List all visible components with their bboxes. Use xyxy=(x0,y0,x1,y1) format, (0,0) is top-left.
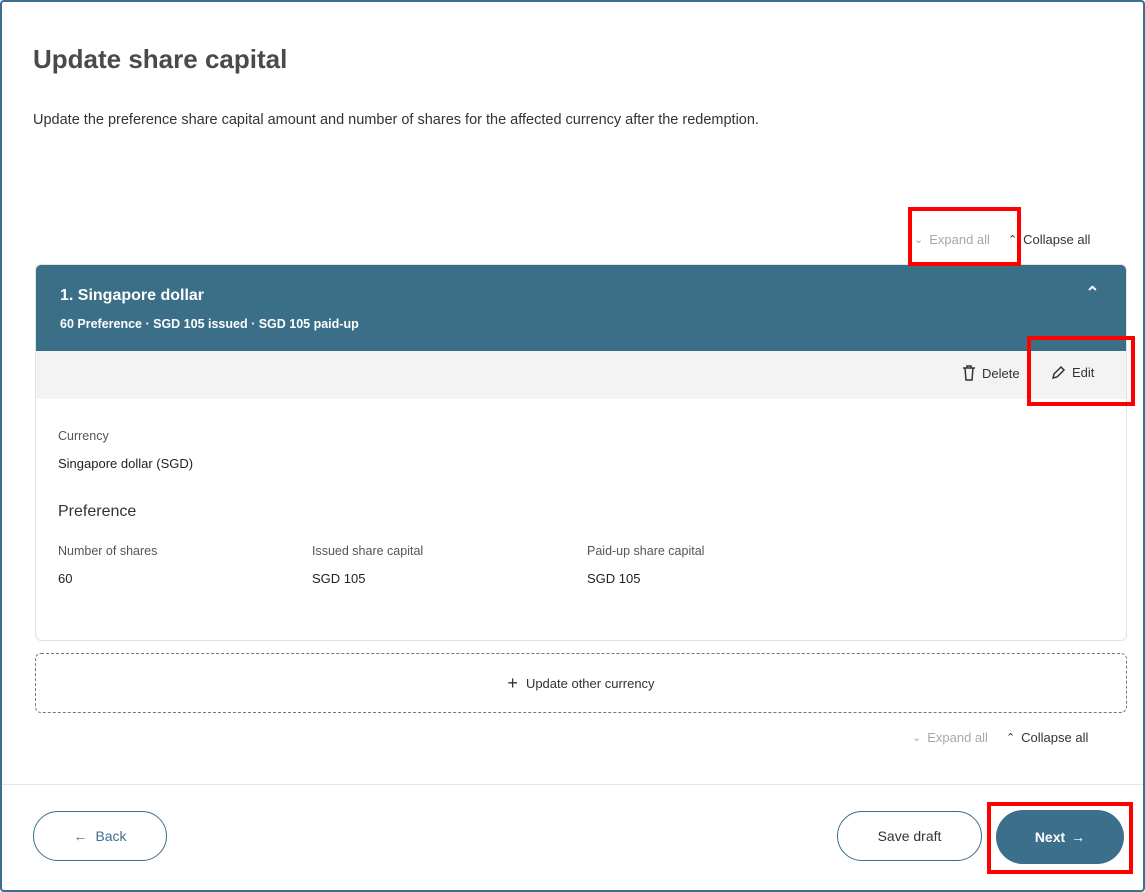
issued-capital-value: SGD 105 xyxy=(312,571,366,586)
arrow-right-icon: → xyxy=(1071,829,1086,845)
paidup-capital-value: SGD 105 xyxy=(587,571,641,586)
arrow-left-icon: ← xyxy=(73,828,88,844)
collapse-all-button[interactable]: ⌃ Collapse all xyxy=(1006,730,1088,745)
update-other-currency-label: Update other currency xyxy=(525,675,655,691)
edit-button[interactable]: Edit xyxy=(1047,365,1099,380)
page-title: Update share capital xyxy=(33,44,288,74)
page-description: Update the preference share capital amou… xyxy=(33,112,759,128)
pencil-icon xyxy=(1051,365,1066,380)
page-frame: Update share capital Update the preferen… xyxy=(0,0,1145,892)
paidup-capital-label: Paid-up share capital xyxy=(587,544,705,558)
trash-icon xyxy=(963,365,975,381)
collapse-all-label: Collapse all xyxy=(1023,232,1091,247)
delete-label: Delete xyxy=(982,365,1020,381)
toggle-group-bottom: ⌄ Expand all ⌃ Collapse all xyxy=(912,730,1088,745)
card-action-bar: Delete Edit xyxy=(36,351,1126,399)
update-other-currency-button[interactable]: + Update other currency xyxy=(35,653,1127,713)
section-title: Preference xyxy=(58,503,137,520)
currency-card-summary: 60 Preference · SGD 105 issued · SGD 105… xyxy=(60,317,359,331)
footer-divider xyxy=(2,784,1143,785)
next-label: Next xyxy=(1034,829,1066,845)
currency-card: 1. Singapore dollar 60 Preference · SGD … xyxy=(35,264,1127,641)
back-label: Back xyxy=(95,828,127,844)
expand-all-label: Expand all xyxy=(929,232,990,247)
currency-card-header[interactable]: 1. Singapore dollar 60 Preference · SGD … xyxy=(36,265,1126,351)
chevron-up-icon[interactable]: ⌃ xyxy=(1085,283,1100,304)
currency-card-title: 1. Singapore dollar xyxy=(60,287,205,304)
toggle-group-top: ⌄ Expand all ⌃ Collapse all xyxy=(914,232,1090,247)
edit-label: Edit xyxy=(1072,365,1095,380)
plus-icon: + xyxy=(507,672,518,693)
currency-label: Currency xyxy=(58,429,109,443)
back-button[interactable]: ← Back xyxy=(33,811,167,861)
chevron-up-icon: ⌃ xyxy=(1005,732,1016,744)
save-draft-button[interactable]: Save draft xyxy=(837,811,982,861)
collapse-all-label: Collapse all xyxy=(1021,730,1089,745)
delete-button[interactable]: Delete xyxy=(962,365,1020,381)
collapse-all-button[interactable]: ⌃ Collapse all xyxy=(1008,232,1090,247)
chevron-down-icon: ⌄ xyxy=(912,732,922,744)
chevron-up-icon: ⌃ xyxy=(1007,234,1018,246)
shares-label: Number of shares xyxy=(58,544,158,558)
next-button[interactable]: Next → xyxy=(996,810,1124,864)
save-draft-label: Save draft xyxy=(877,828,942,844)
expand-all-button[interactable]: ⌄ Expand all xyxy=(912,730,988,745)
currency-value: Singapore dollar (SGD) xyxy=(58,456,194,471)
chevron-down-icon: ⌄ xyxy=(914,234,924,246)
shares-value: 60 xyxy=(58,571,73,586)
expand-all-label: Expand all xyxy=(927,730,988,745)
issued-capital-label: Issued share capital xyxy=(312,544,424,558)
expand-all-button[interactable]: ⌄ Expand all xyxy=(914,232,990,247)
